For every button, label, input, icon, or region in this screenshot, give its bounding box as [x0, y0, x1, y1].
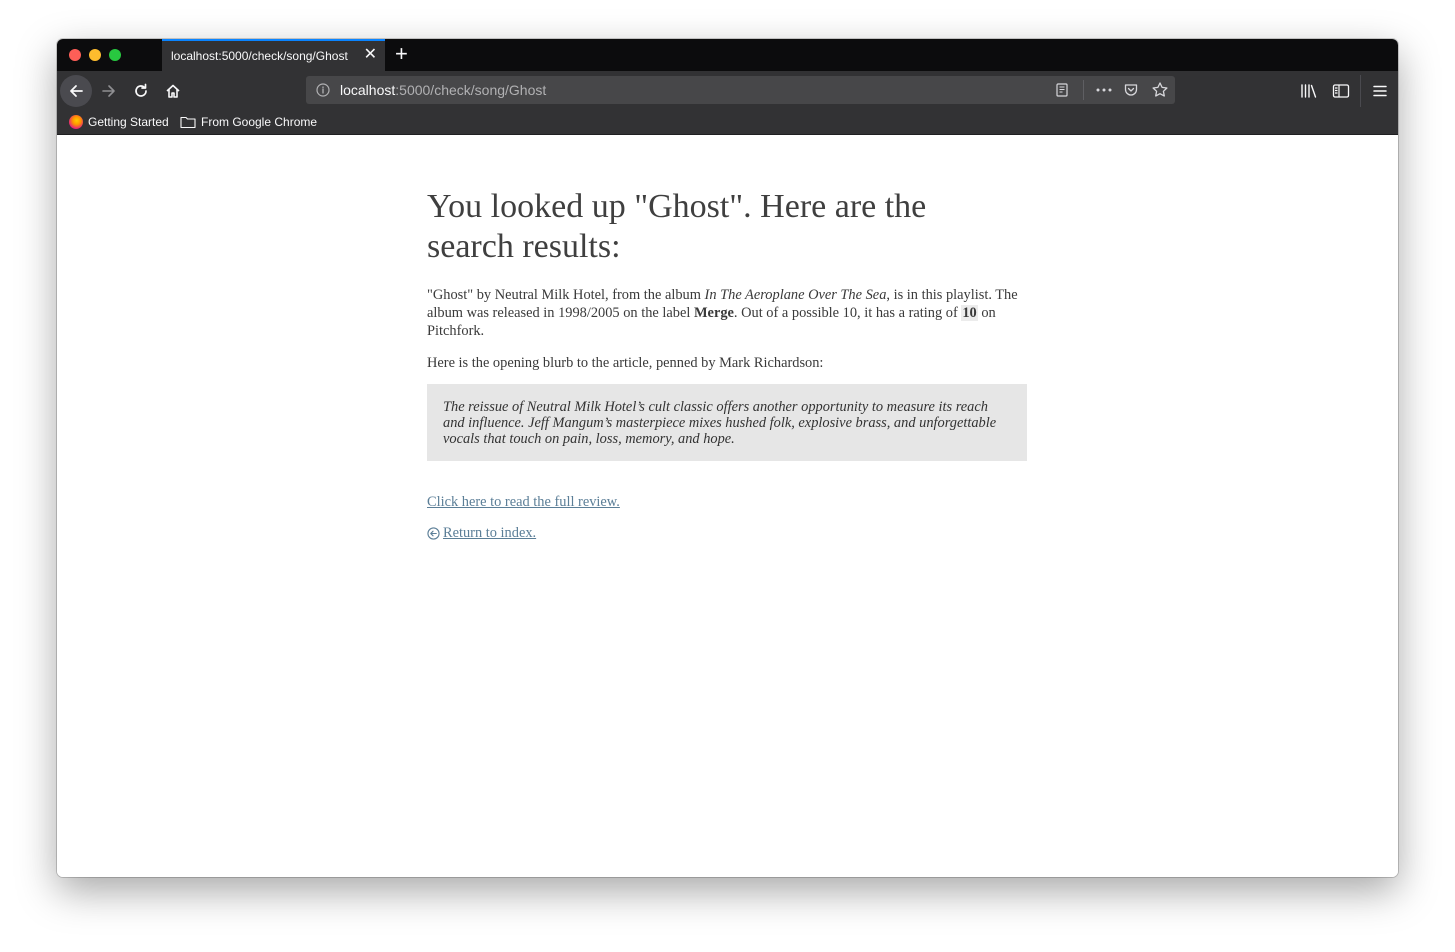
tab-active[interactable]: localhost:5000/check/song/Ghost ✕ — [162, 39, 385, 71]
minimize-window-button[interactable] — [89, 49, 101, 61]
bookmark-label: From Google Chrome — [201, 115, 318, 129]
blurb-intro: Here is the opening blurb to the article… — [427, 355, 824, 371]
home-icon — [166, 84, 180, 98]
tab-strip: localhost:5000/check/song/Ghost ✕ + — [57, 39, 1398, 71]
close-tab-icon[interactable]: ✕ — [364, 46, 377, 64]
hamburger-menu-icon[interactable] — [1372, 83, 1388, 99]
zoom-window-button[interactable] — [109, 49, 121, 61]
url-path: :5000/check/song/Ghost — [395, 82, 547, 98]
return-to-index-label: Return to index. — [443, 525, 537, 541]
bookmark-star-icon[interactable] — [1151, 81, 1169, 99]
new-tab-button[interactable]: + — [395, 42, 408, 66]
bookmarks-toolbar: Getting Started From Google Chrome — [57, 111, 1398, 135]
reload-icon — [135, 83, 147, 97]
address-bar[interactable]: localhost:5000/check/song/Ghost — [306, 76, 1175, 104]
page-viewport: You looked up "Ghost". Here are the sear… — [57, 135, 1398, 877]
firefox-logo-icon — [69, 115, 83, 129]
return-to-index-link[interactable]: Return to index. — [427, 525, 536, 542]
info-icon[interactable] — [315, 82, 331, 98]
more-actions-icon[interactable] — [1095, 82, 1113, 98]
url-separator — [1083, 80, 1084, 100]
back-button[interactable] — [60, 75, 92, 107]
url-host: localhost — [340, 82, 396, 98]
sidebar-toggle-icon[interactable] — [1332, 83, 1350, 99]
summary-text: . Out of a possible 10, it has a rating … — [733, 305, 962, 321]
url-text[interactable]: localhost:5000/check/song/Ghost — [340, 82, 546, 98]
review-blurb: The reissue of Neutral Milk Hotel’s cult… — [427, 384, 1027, 461]
arrow-left-icon — [70, 85, 83, 97]
home-button[interactable] — [157, 75, 189, 107]
song-summary: "Ghost" by Neutral Milk Hotel, from the … — [427, 286, 1037, 340]
folder-icon — [180, 116, 196, 129]
close-window-button[interactable] — [69, 49, 81, 61]
page-title: You looked up "Ghost". Here are the sear… — [427, 188, 927, 265]
record-label: Merge — [693, 305, 734, 321]
forward-button[interactable] — [93, 75, 125, 107]
pocket-icon[interactable] — [1123, 82, 1139, 98]
bookmark-folder-from-google-chrome[interactable]: From Google Chrome — [180, 114, 317, 130]
tab-title: localhost:5000/check/song/Ghost — [171, 49, 348, 63]
full-review-link[interactable]: Click here to read the full review. — [427, 494, 620, 511]
summary-text: "Ghost" by Neutral Milk Hotel, from the … — [427, 287, 705, 303]
arrow-right-icon — [102, 85, 115, 97]
circle-arrow-left-icon — [427, 527, 440, 540]
toolbar-divider — [1360, 75, 1361, 107]
album-title: In The Aeroplane Over The Sea — [704, 287, 887, 303]
bookmark-label: Getting Started — [88, 115, 169, 129]
bookmark-getting-started[interactable]: Getting Started — [69, 114, 169, 130]
reload-button[interactable] — [125, 75, 157, 107]
library-icon[interactable] — [1300, 83, 1318, 99]
navigation-toolbar: localhost:5000/check/song/Ghost — [57, 71, 1398, 111]
reader-view-icon[interactable] — [1054, 82, 1070, 98]
rating-value: 10 — [961, 305, 978, 321]
browser-window: localhost:5000/check/song/Ghost ✕ + loca… — [57, 39, 1398, 877]
